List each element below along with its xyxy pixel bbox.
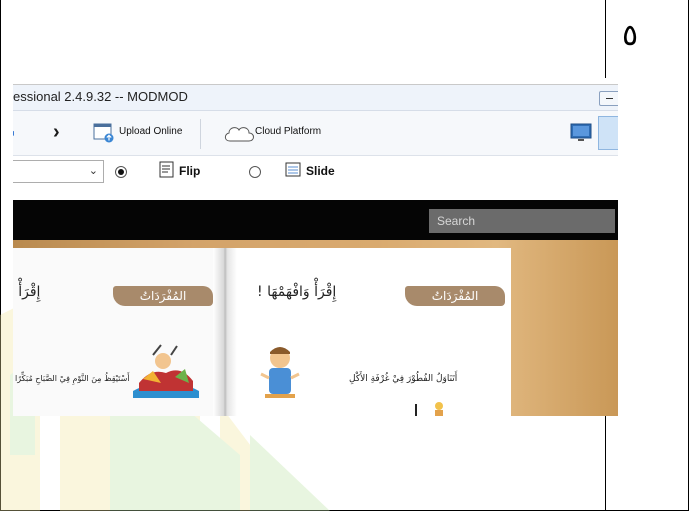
page-number: ٥ [622, 18, 639, 53]
minimize-button[interactable] [599, 91, 618, 106]
slide-icon [285, 162, 301, 177]
right-page-banner: المُفْرَدَاتُ [405, 286, 505, 306]
upload-online-icon[interactable] [93, 123, 115, 143]
flip-label[interactable]: Flip [179, 164, 200, 178]
toolbar: ◂ › Upload Online Cloud Platform [13, 111, 618, 156]
search-bar [13, 200, 618, 240]
title-bar: essional 2.4.9.32 -- MODMOD [13, 85, 618, 111]
right-page-illustration [260, 347, 300, 398]
template-dropdown[interactable]: ⌄ [13, 160, 104, 183]
cloud-platform-label[interactable]: Cloud Platform [255, 126, 321, 137]
flip-radio[interactable] [115, 166, 127, 178]
cloud-icon[interactable] [223, 123, 257, 143]
right-page-caption: أَتَنَاوَلُ الفُطُوْرَ فِيْ غُرْفَةِ الأ… [349, 374, 458, 384]
slide-label[interactable]: Slide [306, 164, 335, 178]
flip-icon [159, 161, 174, 178]
options-bar: ⌄ Flip Slide [13, 156, 618, 186]
left-page-heading: إِقْرَأْ وَ [13, 284, 41, 300]
small-figure-illustration [415, 402, 443, 416]
flipbook-viewer: إِقْرَأْ وَ المُفْرَدَاتُ أَسْتَيْقِظُ م… [13, 240, 618, 416]
upload-online-label[interactable]: Upload Online [119, 126, 182, 137]
next-icon[interactable]: › [53, 121, 60, 144]
left-page-caption: أَسْتَيْقِظُ مِنَ النَّوْمِ فِيْ الصَّبَ… [15, 374, 130, 383]
left-page-banner: المُفْرَدَاتُ [113, 286, 213, 306]
left-page-illustration [133, 344, 199, 398]
back-arrow-icon[interactable]: ◂ [13, 128, 14, 139]
column-divider-bottom [605, 415, 606, 511]
chevron-down-icon: ⌄ [88, 165, 98, 177]
toolbar-separator [200, 119, 201, 149]
window-title: essional 2.4.9.32 -- MODMOD [13, 89, 188, 104]
slide-radio[interactable] [249, 166, 261, 178]
monitor-icon[interactable] [570, 121, 592, 143]
column-divider-top [605, 0, 606, 78]
document-page: ٥ essional 2.4.9.32 -- MODMOD ◂ › [0, 0, 689, 511]
view-mode-button[interactable] [598, 116, 618, 150]
book-spine [213, 248, 237, 416]
right-page-heading: إِقْرَأْ وَافْهَمْهَا ! [257, 284, 337, 300]
app-screenshot: essional 2.4.9.32 -- MODMOD ◂ › Upload O… [13, 84, 618, 416]
search-input[interactable] [429, 209, 615, 233]
